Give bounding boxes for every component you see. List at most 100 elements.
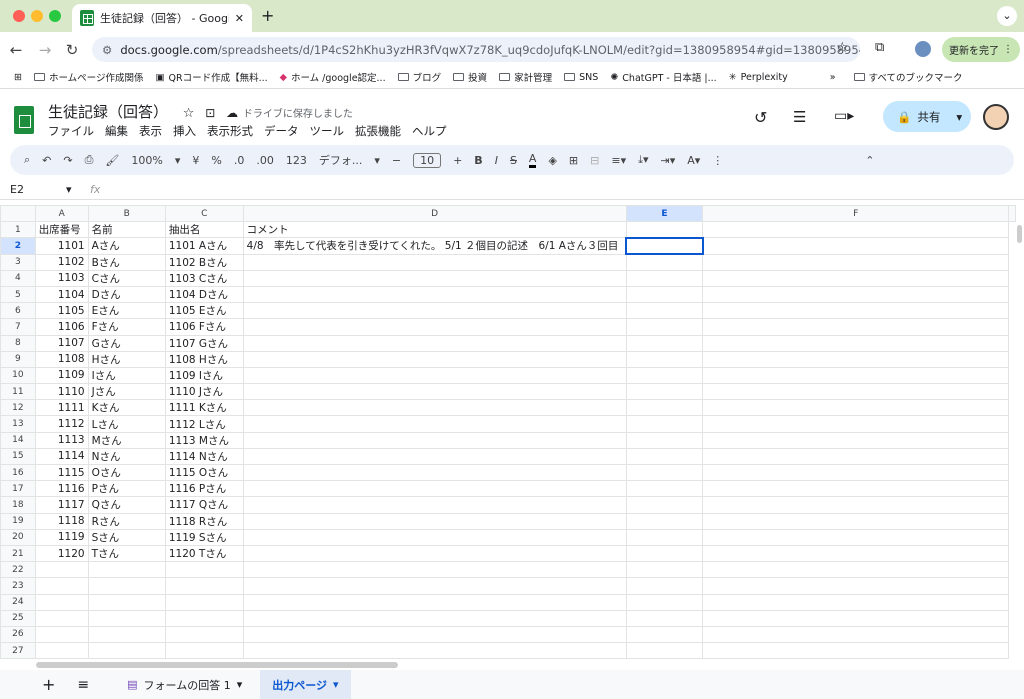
add-sheet-icon[interactable]: + [42, 675, 55, 694]
row-header[interactable]: 10 [0, 366, 36, 385]
cell-e18[interactable] [625, 496, 704, 514]
cell-c22[interactable] [164, 561, 244, 579]
vertical-scrollbar[interactable] [1017, 225, 1022, 243]
cell-c27[interactable] [164, 642, 244, 660]
cell-b23[interactable] [87, 577, 166, 595]
cell-d13[interactable] [242, 415, 627, 433]
cell-e23[interactable] [625, 577, 704, 595]
horizontal-scrollbar[interactable] [36, 662, 398, 668]
row-header[interactable]: 12 [0, 399, 36, 417]
cell-b20[interactable]: Sさん [87, 528, 166, 546]
vertical-align-icon[interactable]: ⤓▾ [638, 153, 648, 167]
cell-d2[interactable]: 4/8 率先して代表を引き受けてくれた。 5/1 ２個目の記述 6/1 Aさん３… [242, 237, 627, 255]
cell-b15[interactable]: Nさん [87, 447, 166, 466]
document-title[interactable]: 生徒記録（回答） ☆ ⊡ ☁ ドライブに保存しました [48, 101, 353, 122]
cell-b16[interactable]: Oさん [87, 463, 166, 482]
strikethrough-icon[interactable]: S [510, 154, 517, 167]
cell-a19[interactable]: 1118 [34, 512, 89, 530]
cell-f16[interactable] [702, 463, 1009, 482]
more-options-icon[interactable]: ⋮ [712, 154, 723, 167]
comments-icon[interactable]: ☰ [793, 108, 806, 126]
cell-e11[interactable] [625, 383, 704, 401]
cell-f25[interactable] [702, 609, 1009, 627]
cell-c6[interactable]: 1105 Eさん [164, 302, 244, 320]
cell-e14[interactable] [625, 431, 704, 449]
cell-f3[interactable] [702, 253, 1009, 271]
text-rotation-icon[interactable]: A▾ [687, 154, 700, 167]
row-header[interactable]: 1 [0, 221, 36, 239]
percent-format-button[interactable]: % [211, 154, 221, 167]
maximize-window-button[interactable] [49, 10, 61, 22]
cell-b9[interactable]: Hさん [87, 350, 166, 368]
increase-font-size-icon[interactable]: + [453, 154, 462, 167]
cell-d22[interactable] [242, 561, 627, 579]
row-header[interactable]: 5 [0, 285, 36, 304]
new-tab-button[interactable]: + [261, 6, 274, 25]
cell-e9[interactable] [625, 350, 704, 368]
cell-d21[interactable] [242, 544, 627, 563]
close-window-button[interactable] [13, 10, 25, 22]
cell-f11[interactable] [702, 383, 1009, 401]
cell-f10[interactable] [702, 366, 1009, 385]
all-bookmarks[interactable]: すべてのブックマーク [853, 70, 963, 84]
cell-b26[interactable] [87, 625, 166, 644]
cell-b6[interactable]: Eさん [87, 302, 166, 320]
cell-f15[interactable] [702, 447, 1009, 466]
site-info-icon[interactable]: ⚙ [102, 43, 112, 57]
cell-f12[interactable] [702, 399, 1009, 417]
row-header[interactable]: 25 [0, 609, 36, 627]
cell-e8[interactable] [625, 334, 704, 352]
collapse-toolbar-icon[interactable]: ⌃ [865, 154, 874, 167]
cell-a11[interactable]: 1110 [34, 383, 89, 401]
cell-e20[interactable] [625, 528, 704, 546]
bookmark-item[interactable]: 家計管理 [499, 70, 552, 84]
cell-b25[interactable] [87, 609, 166, 627]
update-button[interactable]: 更新を完了 ⋮ [942, 37, 1020, 62]
cell-c1[interactable]: 抽出名 [164, 221, 244, 239]
cell-d3[interactable] [242, 253, 627, 271]
cell-e16[interactable] [625, 463, 704, 482]
cell-b14[interactable]: Mさん [87, 431, 166, 449]
cell-d24[interactable] [242, 593, 627, 611]
column-header-f[interactable]: F [702, 205, 1009, 223]
text-color-icon[interactable]: A [528, 152, 537, 168]
text-wrap-icon[interactable]: ⇥▾ [661, 154, 676, 167]
cell-d19[interactable] [242, 512, 627, 530]
search-icon[interactable]: ⌕ [24, 153, 30, 167]
cell-e4[interactable] [625, 269, 704, 287]
cell-d26[interactable] [242, 625, 627, 644]
cell-f24[interactable] [702, 593, 1009, 611]
cell-f17[interactable] [702, 480, 1009, 498]
menu-file[interactable]: ファイル [48, 123, 94, 139]
cell-a6[interactable]: 1105 [34, 302, 89, 320]
row-header[interactable]: 11 [0, 383, 36, 401]
cell-c17[interactable]: 1116 Pさん [164, 480, 244, 498]
cell-c18[interactable]: 1117 Qさん [164, 496, 244, 514]
version-history-icon[interactable]: ↺ [754, 108, 767, 127]
row-header[interactable]: 7 [0, 318, 36, 336]
italic-icon[interactable]: I [495, 154, 498, 167]
cell-d10[interactable] [242, 366, 627, 385]
browser-tab[interactable]: 生徒記録（回答） - Google スプ ✕ [72, 4, 252, 32]
paint-format-icon[interactable]: 🖌 [105, 154, 119, 167]
menu-extensions[interactable]: 拡張機能 [355, 123, 401, 139]
row-header[interactable]: 2 [0, 237, 36, 255]
cell-c12[interactable]: 1111 Kさん [164, 399, 244, 417]
cell-b13[interactable]: Lさん [87, 415, 166, 433]
cell-e25[interactable] [625, 609, 704, 627]
row-header[interactable]: 3 [0, 253, 36, 271]
cell-f23[interactable] [702, 577, 1009, 595]
cell-a22[interactable] [34, 561, 89, 579]
align-left-icon[interactable]: ≡▾ [611, 154, 626, 167]
address-bar[interactable]: ⚙ docs.google.com/spreadsheets/d/1P4cS2h… [92, 37, 860, 62]
cell-b7[interactable]: Fさん [87, 318, 166, 336]
more-bookmarks-icon[interactable]: » [830, 72, 836, 83]
row-header[interactable]: 23 [0, 577, 36, 595]
cell-a3[interactable]: 1102 [34, 253, 89, 271]
cell-f9[interactable] [702, 350, 1009, 368]
font-size-input[interactable]: 10 [413, 152, 442, 168]
bookmark-star-icon[interactable]: ☆ [836, 40, 849, 56]
column-header-a[interactable]: A [34, 205, 89, 223]
cell-c16[interactable]: 1115 Oさん [164, 463, 244, 482]
cell-d1[interactable]: コメント [242, 221, 627, 239]
